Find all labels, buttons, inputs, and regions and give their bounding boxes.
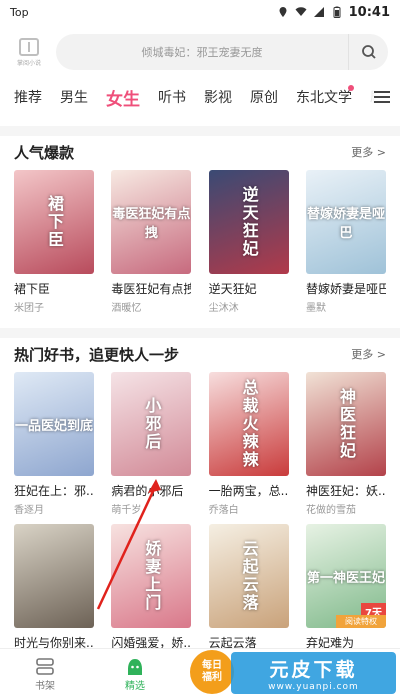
- reading-privilege-badge: 阅读特权: [335, 615, 386, 628]
- app-logo[interactable]: 掌阅小说: [12, 33, 46, 71]
- tab-audiobook[interactable]: 听书: [158, 87, 186, 107]
- book-cover[interactable]: 替嫁娇妻是哑巴: [305, 170, 386, 274]
- location-icon: [279, 7, 287, 17]
- status-bar: Top 10:41: [0, 0, 400, 24]
- book-author: 花做的雪茄: [305, 505, 356, 516]
- menu-icon: [374, 91, 390, 103]
- nav-bookshelf-label: 书架: [35, 681, 55, 692]
- book-cover[interactable]: 毒医狂妃有点拽: [111, 170, 192, 274]
- book-row: 一品医妃到底 狂妃在上：邪... 香逐月 小邪后 病君的小邪后 萌千岁 总裁火辣辣 一胎两宝，…: [14, 372, 386, 516]
- book-cover[interactable]: 逆天狂妃: [208, 170, 289, 274]
- book-title[interactable]: 逆天狂妃: [209, 280, 289, 297]
- book-card[interactable]: 替嫁娇妻是哑巴 替嫁娇妻是哑巴 墨默: [305, 170, 386, 314]
- daily-bonus-button[interactable]: 每日 福利: [190, 649, 234, 694]
- clock-time: 10:41: [348, 4, 390, 20]
- book-cover[interactable]: 裙下臣: [14, 170, 94, 274]
- book-cover[interactable]: [14, 524, 94, 628]
- more-link[interactable]: 更多 >: [351, 144, 386, 160]
- nav-bookshelf[interactable]: 书架: [0, 657, 90, 692]
- category-tabs: 推荐 男生 女生 听书 影视 原创 东北文学 剧: [0, 80, 400, 114]
- annotation-arrow: [96, 479, 161, 610]
- book-title[interactable]: 毒医狂妃有点拽: [111, 280, 191, 297]
- book-title[interactable]: 狂妃在上：邪...: [14, 482, 94, 499]
- search-bar[interactable]: 倾城毒妃：邪王宠妻无度: [56, 34, 388, 70]
- logo-text: 掌阅小说: [16, 59, 41, 67]
- search-placeholder: 倾城毒妃：邪王宠妻无度: [141, 46, 263, 59]
- book-cover[interactable]: 第一神医王妃 7天 阅读特权: [305, 524, 386, 628]
- book-card[interactable]: 毒医狂妃有点拽 毒医狂妃有点拽 酒暖忆: [111, 170, 192, 314]
- book-cover[interactable]: 小邪后: [111, 372, 192, 476]
- header: 掌阅小说 倾城毒妃：邪王宠妻无度: [0, 24, 400, 80]
- cover-title: 神医狂妃: [336, 388, 356, 460]
- cover-title: 裙下臣: [45, 195, 64, 249]
- book-author: 尘沐沐: [208, 303, 239, 314]
- section-hot: 热门好书，追更快人一步 更多 > 一品医妃到底 狂妃在上：邪... 香逐月 小邪后 病君…: [0, 338, 400, 668]
- cover-title: 一品医妃到底: [14, 418, 93, 434]
- book-title[interactable]: 神医狂妃：妖...: [306, 482, 386, 499]
- daily-bonus-line1: 每日: [202, 659, 222, 671]
- battery-icon: [333, 6, 341, 18]
- app-screen: Top 10:41 掌阅小说 倾城毒妃：邪王宠妻无度 推荐 男生 女生 听书 影…: [0, 0, 400, 700]
- picks-icon: [128, 659, 142, 675]
- watermark-main: 元皮下载: [269, 658, 358, 681]
- cover-title: 毒医狂妃有点拽: [112, 207, 191, 241]
- cover-title: 替嫁娇妻是哑巴: [306, 207, 385, 241]
- section-popular: 人气爆款 更多 > 裙下臣 裙下臣 米团子 毒医狂妃有点拽 毒医狂妃有点拽 酒暖忆 逆天狂妃…: [0, 136, 400, 314]
- book-author: 米团子: [14, 303, 44, 314]
- tab-original[interactable]: 原创: [250, 87, 278, 107]
- wifi-icon: [295, 7, 307, 16]
- section-title: 热门好书，追更快人一步: [14, 345, 180, 364]
- book-cover[interactable]: 一品医妃到底: [14, 372, 94, 476]
- book-author: 墨默: [305, 303, 326, 314]
- book-title[interactable]: 替嫁娇妻是哑巴: [306, 280, 386, 297]
- book-author: 酒暖忆: [111, 303, 142, 314]
- book-row: 裙下臣 裙下臣 米团子 毒医狂妃有点拽 毒医狂妃有点拽 酒暖忆 逆天狂妃 逆天狂妃 尘沐沐 替嫁娇…: [14, 170, 386, 314]
- book-author: 乔落白: [208, 505, 239, 516]
- section-divider: [0, 328, 400, 338]
- search-icon: [361, 45, 376, 59]
- book-title[interactable]: 裙下臣: [14, 280, 94, 297]
- watermark: 元皮下载 www.yuanpi.com: [231, 652, 396, 694]
- tab-label: 东北文学: [296, 90, 352, 106]
- nav-picks-label: 精选: [125, 681, 145, 692]
- daily-bonus-line2: 福利: [202, 671, 222, 683]
- book-cover[interactable]: 云起云落: [208, 524, 289, 628]
- section-divider: [0, 126, 400, 136]
- book-card[interactable]: 第一神医王妃 7天 阅读特权 弃妃难为: [305, 524, 386, 668]
- book-card[interactable]: 云起云落云起云落长亭: [208, 524, 289, 668]
- status-label: Top: [10, 5, 29, 19]
- tab-female[interactable]: 女生: [106, 85, 140, 110]
- new-dot: [348, 85, 354, 91]
- tab-menu-button[interactable]: [360, 80, 400, 114]
- cover-title: 第一神医王妃: [306, 570, 385, 586]
- cover-title: 总裁火辣辣: [239, 379, 259, 469]
- book-author: 香逐月: [14, 505, 44, 516]
- tab-northeast-literature[interactable]: 东北文学: [296, 85, 354, 107]
- section-title: 人气爆款: [14, 143, 75, 162]
- cover-title: 云起云落: [239, 540, 259, 612]
- search-button[interactable]: [348, 34, 388, 70]
- book-card[interactable]: 神医狂妃神医狂妃：妖... 花做的雪茄: [305, 372, 386, 516]
- cover-title: 逆天狂妃: [239, 186, 259, 258]
- book-icon: [19, 37, 39, 56]
- bookshelf-icon: [36, 658, 54, 675]
- watermark-sub: www.yuanpi.com: [268, 681, 359, 692]
- book-card[interactable]: 总裁火辣辣一胎两宝，总... 乔落白: [208, 372, 289, 516]
- book-row: 时光与你别来...巫山娇妻上门闪婚强爱，娇...楚雁飞云起云落云起云落长亭第一神…: [14, 524, 386, 668]
- signal-icon: [313, 7, 324, 17]
- book-title[interactable]: 一胎两宝，总...: [209, 482, 289, 499]
- book-card[interactable]: 裙下臣 裙下臣 米团子: [14, 170, 94, 314]
- more-link[interactable]: 更多 >: [351, 346, 386, 362]
- book-card[interactable]: 一品医妃到底 狂妃在上：邪... 香逐月: [14, 372, 94, 516]
- nav-picks[interactable]: 精选: [90, 657, 180, 692]
- tab-film[interactable]: 影视: [204, 87, 232, 107]
- book-cover[interactable]: 神医狂妃: [305, 372, 386, 476]
- book-card[interactable]: 时光与你别来...巫山: [14, 524, 94, 668]
- tab-underline-strip: [0, 114, 400, 122]
- book-cover[interactable]: 总裁火辣辣: [208, 372, 289, 476]
- tab-male[interactable]: 男生: [60, 87, 88, 107]
- book-card[interactable]: 逆天狂妃 逆天狂妃 尘沐沐: [208, 170, 289, 314]
- cover-title: 小邪后: [142, 397, 162, 451]
- tab-recommend[interactable]: 推荐: [14, 87, 42, 107]
